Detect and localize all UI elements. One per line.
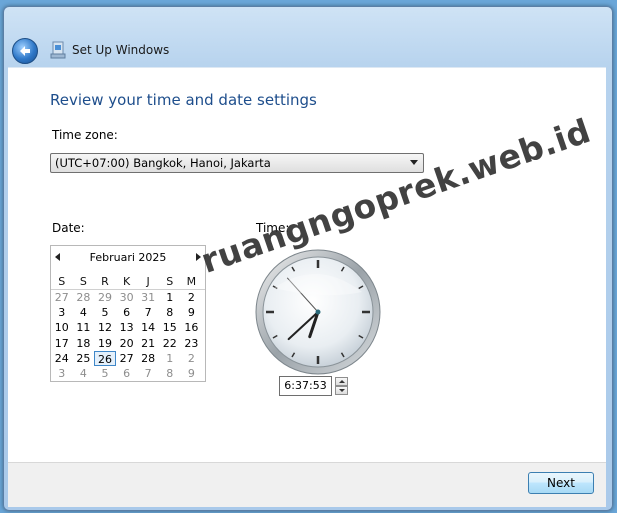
calendar-week-row: 27 28 29 30 31 1 2 — [51, 290, 205, 305]
calendar-day[interactable]: 28 — [137, 351, 159, 366]
weekday-label: S — [79, 275, 87, 288]
calendar-day[interactable]: 8 — [159, 366, 181, 381]
calendar-day[interactable]: 8 — [159, 305, 181, 320]
calendar-day[interactable]: 22 — [159, 336, 181, 351]
calendar-grid: S S R K J S M 27 28 29 30 31 1 2 3 4 5 6 7 8 9 10 11 12 13 14 15 16… — [51, 274, 205, 381]
chevron-down-icon — [410, 160, 418, 165]
calendar-day[interactable]: 27 — [116, 351, 138, 366]
calendar-day[interactable]: 18 — [73, 336, 95, 351]
calendar-day[interactable]: 30 — [116, 290, 138, 305]
date-calendar[interactable]: Februari 2025 S S R K J S M 27 28 29 30 31 1 2 3 4 5 6 7 8 9… — [50, 245, 206, 382]
footer-bar: Next — [8, 462, 606, 507]
time-up-button[interactable] — [335, 377, 348, 386]
weekday-label: K — [122, 275, 131, 288]
window-title: Set Up Windows — [72, 43, 170, 57]
calendar-day[interactable]: 24 — [51, 351, 73, 366]
windows-setup-icon — [50, 41, 66, 59]
weekday-label: J — [146, 275, 150, 288]
calendar-header: Februari 2025 — [51, 246, 205, 268]
calendar-day[interactable]: 16 — [181, 320, 203, 335]
calendar-day[interactable]: 25 — [73, 351, 95, 366]
calendar-day[interactable]: 14 — [137, 320, 159, 335]
calendar-day[interactable]: 15 — [159, 320, 181, 335]
calendar-day[interactable]: 4 — [73, 366, 95, 381]
timezone-value: (UTC+07:00) Bangkok, Hanoi, Jakarta — [55, 156, 271, 170]
calendar-day[interactable]: 23 — [181, 336, 203, 351]
back-button[interactable] — [12, 38, 38, 64]
back-arrow-icon — [20, 46, 30, 56]
calendar-day[interactable]: 17 — [51, 336, 73, 351]
calendar-day[interactable]: 31 — [137, 290, 159, 305]
calendar-day[interactable]: 11 — [73, 320, 95, 335]
calendar-day[interactable]: 1 — [159, 290, 181, 305]
time-input[interactable]: 6:37:53 — [279, 376, 332, 396]
calendar-day[interactable]: 2 — [181, 290, 203, 305]
calendar-day[interactable]: 28 — [73, 290, 95, 305]
calendar-month-title[interactable]: Februari 2025 — [51, 251, 205, 264]
calendar-day[interactable]: 2 — [181, 351, 203, 366]
calendar-week-row: 3456789 — [51, 305, 205, 320]
calendar-week-row: 17 18 19 20 21 22 23 — [51, 336, 205, 351]
timezone-label: Time zone: — [52, 128, 118, 142]
next-button[interactable]: Next — [528, 472, 594, 494]
page-title: Review your time and date settings — [50, 91, 317, 109]
weekday-label: R — [101, 275, 109, 288]
calendar-day[interactable]: 1 — [159, 351, 181, 366]
calendar-weekday-row: SSRKJSM — [51, 274, 205, 290]
calendar-day[interactable]: 5 — [94, 305, 116, 320]
weekday-label: M — [186, 275, 197, 288]
calendar-day[interactable]: 7 — [137, 305, 159, 320]
calendar-day[interactable]: 9 — [181, 366, 203, 381]
content-panel: Review your time and date settings Time … — [8, 67, 606, 463]
calendar-day[interactable]: 21 — [137, 336, 159, 351]
calendar-day[interactable]: 6 — [116, 366, 138, 381]
timezone-dropdown[interactable]: (UTC+07:00) Bangkok, Hanoi, Jakarta — [50, 153, 424, 173]
calendar-day[interactable]: 4 — [73, 305, 95, 320]
calendar-day-selected[interactable]: 26 — [94, 350, 116, 366]
title-bar: Set Up Windows — [4, 7, 612, 67]
calendar-day[interactable]: 20 — [116, 336, 138, 351]
calendar-day[interactable]: 13 — [116, 320, 138, 335]
calendar-day[interactable]: 9 — [181, 305, 203, 320]
calendar-week-row: 10 11 12 13 14 15 16 — [51, 320, 205, 335]
calendar-day[interactable]: 12 — [94, 320, 116, 335]
time-down-button[interactable] — [335, 386, 348, 395]
calendar-day[interactable]: 7 — [137, 366, 159, 381]
calendar-day[interactable]: 6 — [116, 305, 138, 320]
calendar-day[interactable]: 19 — [94, 336, 116, 351]
calendar-day[interactable]: 3 — [51, 305, 73, 320]
calendar-day[interactable]: 5 — [94, 366, 116, 381]
calendar-day[interactable]: 10 — [51, 320, 73, 335]
calendar-day[interactable]: 3 — [51, 366, 73, 381]
analog-clock — [255, 249, 381, 375]
date-label: Date: — [52, 221, 85, 235]
calendar-day[interactable]: 27 — [51, 290, 73, 305]
setup-window: Set Up Windows Review your time and date… — [3, 6, 613, 511]
calendar-week-row: 3456789 — [51, 366, 205, 381]
calendar-day[interactable]: 29 — [94, 290, 116, 305]
calendar-week-row: 24 25 26 27 28 1 2 — [51, 350, 205, 366]
weekday-label: S — [58, 275, 66, 288]
watermark-text: ruangngoprek.web.id — [196, 110, 596, 281]
time-spinner[interactable] — [335, 377, 348, 396]
weekday-label: S — [166, 275, 174, 288]
